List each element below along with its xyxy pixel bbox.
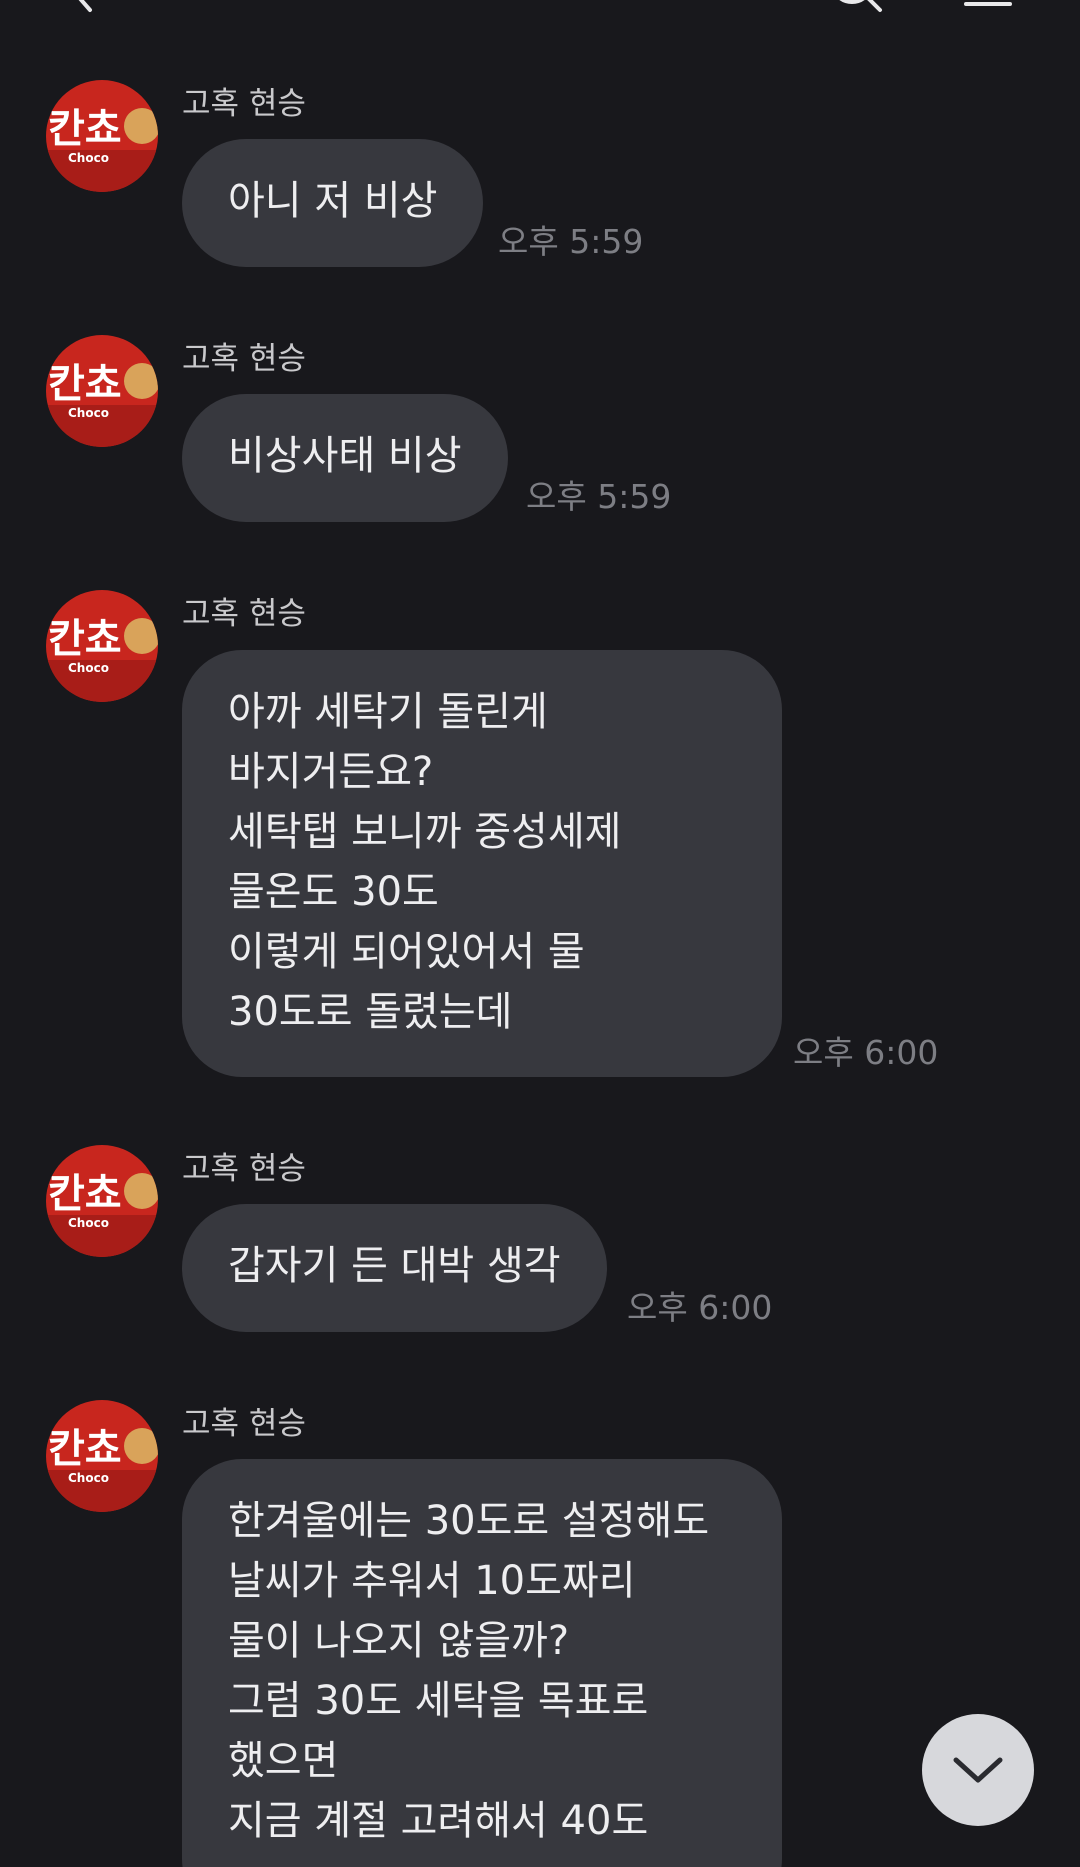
message-text-line: 했으면 [228,1738,339,1784]
snack-box-avatar-icon: 칸쵸 Choco [46,590,158,702]
scroll-to-bottom-button[interactable] [922,1714,1034,1826]
svg-text:Choco: Choco [68,406,109,420]
svg-text:Choco: Choco [68,1471,109,1485]
snack-box-avatar-icon: 칸쵸 Choco [46,1400,158,1512]
chevron-left-icon [78,0,92,12]
search-icon [839,0,882,12]
avatar[interactable]: 칸쵸 Choco [46,1145,158,1257]
svg-text:Choco: Choco [68,1216,109,1230]
message-text: 비상사태 비상 [228,433,462,479]
message-bubble[interactable]: 아니 저 비상 [182,139,484,267]
message-text-line: 물온도 30도 [228,869,439,915]
message-text: 갑자기 든 대박 생각 [228,1243,561,1289]
svg-text:칸쵸: 칸쵸 [48,361,122,407]
message-text-line: 날씨가 추워서 10도짜리 [228,1558,636,1604]
svg-text:칸쵸: 칸쵸 [48,106,122,152]
message-text-line: 세탁탭 보니까 중성세제 [228,809,622,855]
svg-text:Choco: Choco [68,151,109,165]
sender-name: 고혹 현승 [182,341,306,377]
back-button[interactable] [64,0,104,16]
chat-screen: 1 25 칸쵸 Choco 고혹 현승 아니 저 비상 [0,0,1080,1867]
message-text-line: 물이 나오지 않을까? [228,1618,570,1664]
message-text-line: 그럼 30도 세탁을 목표로 [228,1678,649,1724]
svg-text:칸쵸: 칸쵸 [48,616,122,662]
search-button[interactable] [826,0,886,16]
message-text-line: 바지거든요? [228,749,434,795]
message-bubble[interactable]: 비상사태 비상 [182,394,508,522]
svg-text:Choco: Choco [68,661,109,675]
message-text: 아니 저 비상 [228,178,438,224]
message-text-line: 한겨울에는 30도로 설정해도 [228,1498,710,1544]
message-timestamp: 오후 6:00 [627,1288,773,1327]
avatar[interactable]: 칸쵸 Choco [46,1400,158,1512]
message-bubble[interactable]: 아까 세탁기 돌린게 바지거든요? 세탁탭 보니까 중성세제 물온도 30도 이… [182,650,782,1077]
message-text-line: 이렇게 되어있어서 물 [228,929,585,975]
message-text-line: 지금 계절 고려해서 40도 [228,1798,649,1844]
message-bubble[interactable]: 갑자기 든 대박 생각 [182,1204,607,1332]
avatar[interactable]: 칸쵸 Choco [46,590,158,702]
message-text-line: 아까 세탁기 돌린게 [228,689,548,735]
snack-box-avatar-icon: 칸쵸 Choco [46,1145,158,1257]
message-timestamp: 오후 6:00 [793,1033,939,1072]
svg-text:칸쵸: 칸쵸 [48,1171,122,1217]
avatar[interactable]: 칸쵸 Choco [46,335,158,447]
sender-name: 고혹 현승 [182,1151,306,1187]
sender-name: 고혹 현승 [182,86,306,122]
snack-box-avatar-icon: 칸쵸 Choco [46,335,158,447]
chat-title: 1 25 [500,0,640,8]
message-timestamp: 오후 5:59 [526,477,672,516]
sender-name: 고혹 현승 [182,596,306,632]
message-bubble[interactable]: 한겨울에는 30도로 설정해도 날씨가 추워서 10도짜리 물이 나오지 않을까… [182,1459,782,1867]
snack-box-avatar-icon: 칸쵸 Choco [46,80,158,192]
message-timestamp: 오후 5:59 [498,222,644,261]
message-text-line: 30도로 돌렸는데 [228,989,513,1035]
menu-button[interactable] [960,0,1016,10]
svg-text:칸쵸: 칸쵸 [48,1426,122,1472]
hamburger-menu-icon [964,2,1012,6]
avatar[interactable]: 칸쵸 Choco [46,80,158,192]
sender-name: 고혹 현승 [182,1406,306,1442]
chevron-down-icon [953,1757,1003,1783]
top-bar: 1 25 [0,0,1080,30]
